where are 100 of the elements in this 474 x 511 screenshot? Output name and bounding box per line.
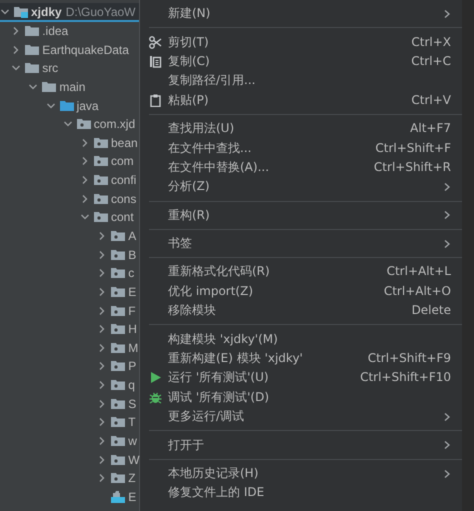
package-folder-icon	[111, 472, 126, 484]
shortcut-label: Ctrl+C	[411, 54, 451, 69]
package-folder-icon	[111, 379, 126, 392]
tree-item-label: W	[128, 452, 140, 468]
shortcut-label: Ctrl+Shift+F10	[360, 370, 451, 386]
expand-chevron-icon[interactable]	[80, 194, 90, 204]
tree-item-label: com.xjd	[94, 116, 136, 132]
shortcut-label: Alt+F7	[410, 121, 451, 136]
menu-item[interactable]: 在文件中替换(A)... Ctrl+Shift+R	[140, 158, 462, 178]
shortcut-label: Ctrl+X	[411, 34, 451, 50]
folder-icon	[42, 80, 56, 93]
module-folder-icon	[14, 6, 28, 18]
package-folder-icon	[111, 342, 126, 354]
menu-item[interactable]: 构建模块 'xjdky'(M)	[140, 329, 462, 349]
shortcut-label: Ctrl+V	[411, 92, 451, 108]
menu-item[interactable]: 在文件中查找... Ctrl+Shift+F	[140, 138, 462, 158]
menu-item[interactable]: 运行 '所有测试'(U) Ctrl+Shift+F10	[140, 368, 462, 388]
tree-item-label: java	[76, 98, 99, 114]
tree-item-label: xjdky	[31, 4, 62, 20]
menu-item[interactable]: 本地历史记录(H)	[140, 464, 462, 484]
folder-icon	[25, 44, 40, 56]
tree-item-label: confi	[111, 172, 136, 188]
package-folder-icon	[94, 174, 108, 186]
menu-item[interactable]: 查找用法(U) Alt+F7	[140, 118, 462, 138]
tree-item[interactable]: B	[0, 245, 139, 264]
tree-item[interactable]: c	[0, 264, 139, 283]
menu-item[interactable]: 重新构建(E) 模块 'xjdky' Ctrl+Shift+F9	[140, 348, 462, 368]
tree-item[interactable]: H	[0, 320, 139, 339]
menu-item[interactable]: 复制(C) Ctrl+C	[140, 52, 462, 72]
package-folder-icon	[111, 304, 126, 317]
shortcut-label: Ctrl+Shift+F9	[368, 351, 451, 366]
menu-item[interactable]: 分析(Z)	[140, 177, 462, 197]
package-folder-icon	[94, 155, 108, 168]
tree-item[interactable]: S	[0, 394, 139, 414]
tree-item[interactable]: T	[0, 413, 139, 432]
tree-item[interactable]: M	[0, 338, 139, 358]
tree-item[interactable]: W	[0, 450, 139, 470]
tree-item[interactable]: F	[0, 301, 139, 320]
menu-item[interactable]: 粘贴(P) Ctrl+V	[140, 90, 462, 110]
package-folder-icon	[76, 118, 91, 130]
menu-item[interactable]: 复制路径/引用...	[140, 71, 462, 91]
menu-item[interactable]: 打开于	[140, 435, 462, 455]
package-folder-icon	[111, 398, 126, 410]
tree-item[interactable]: bean	[0, 133, 139, 152]
tree-item-label: .idea	[42, 22, 68, 39]
tree-item[interactable]: w	[0, 432, 139, 450]
menu-item[interactable]: 重构(R)	[140, 206, 462, 225]
package-folder-icon	[111, 267, 126, 280]
package-folder-icon	[111, 230, 126, 242]
menu-item[interactable]: 修复文件上的 IDE	[140, 483, 462, 503]
tree-item-label: P	[128, 358, 136, 374]
tree-item-label: A	[128, 228, 136, 244]
menu-item[interactable]: 调试 '所有测试'(D)	[140, 388, 462, 408]
package-folder-icon	[111, 323, 126, 336]
tree-item[interactable]: q	[0, 376, 139, 394]
package-folder-icon	[111, 454, 126, 466]
tree-item[interactable]: src	[0, 58, 139, 78]
copy-icon	[149, 54, 162, 68]
expand-chevron-icon[interactable]	[80, 138, 90, 148]
tree-item-label: bean	[111, 134, 138, 151]
menu-item[interactable]: 优化 import(Z) Ctrl+Alt+O	[140, 282, 462, 302]
tree-item[interactable]: A	[0, 226, 139, 246]
tree-item[interactable]: cons	[0, 189, 139, 208]
tree-item-label: com	[111, 153, 134, 170]
tree-item[interactable]: com	[0, 152, 139, 171]
tree-item-label: E	[128, 284, 136, 300]
menu-item[interactable]: 书签	[140, 234, 462, 254]
tree-item-label: Z	[128, 470, 136, 486]
tree-item-label: E	[128, 488, 136, 505]
tree-item[interactable]: java	[0, 96, 139, 115]
tree-item-label: main	[59, 78, 86, 95]
tree-item-label: c	[128, 265, 134, 282]
tree-item[interactable]: cont	[0, 208, 139, 227]
menu-item[interactable]: 剪切(T) Ctrl+X	[140, 32, 462, 52]
expand-chevron-icon[interactable]	[80, 156, 90, 166]
tree-item[interactable]: com.xjd	[0, 114, 139, 134]
tree-item[interactable]: main	[0, 78, 139, 96]
tree-item-label: EarthquakeData	[42, 42, 129, 58]
collapse-chevron-icon[interactable]	[46, 100, 56, 111]
shortcut-label: Ctrl+Alt+O	[384, 284, 451, 299]
shortcut-label: Delete	[412, 303, 451, 318]
tree-item-label: cont	[111, 209, 134, 226]
tree-item[interactable]: xjdky D:\GuoYaoW	[0, 3, 139, 22]
tree-item[interactable]: .idea	[0, 22, 139, 40]
tree-item[interactable]: E	[0, 488, 139, 506]
collapse-chevron-icon[interactable]	[28, 82, 38, 92]
menu-item[interactable]: 移除模块 Delete	[140, 301, 462, 320]
menu-item[interactable]: 更多运行/调试	[140, 407, 462, 426]
package-folder-icon	[111, 416, 126, 428]
shortcut-label: Ctrl+Alt+L	[386, 264, 451, 280]
package-folder-icon	[94, 211, 108, 224]
menu-item[interactable]: 新建(N)	[140, 4, 462, 24]
tree-item[interactable]: Z	[0, 469, 139, 488]
run-icon	[149, 371, 162, 384]
tree-item[interactable]: EarthquakeData	[0, 40, 139, 59]
menu-item[interactable]: 重新格式化代码(R) Ctrl+Alt+L	[140, 262, 462, 282]
tree-item[interactable]: E	[0, 282, 139, 302]
expand-chevron-icon[interactable]	[80, 175, 90, 186]
tree-item[interactable]: P	[0, 357, 139, 376]
tree-item[interactable]: confi	[0, 170, 139, 190]
